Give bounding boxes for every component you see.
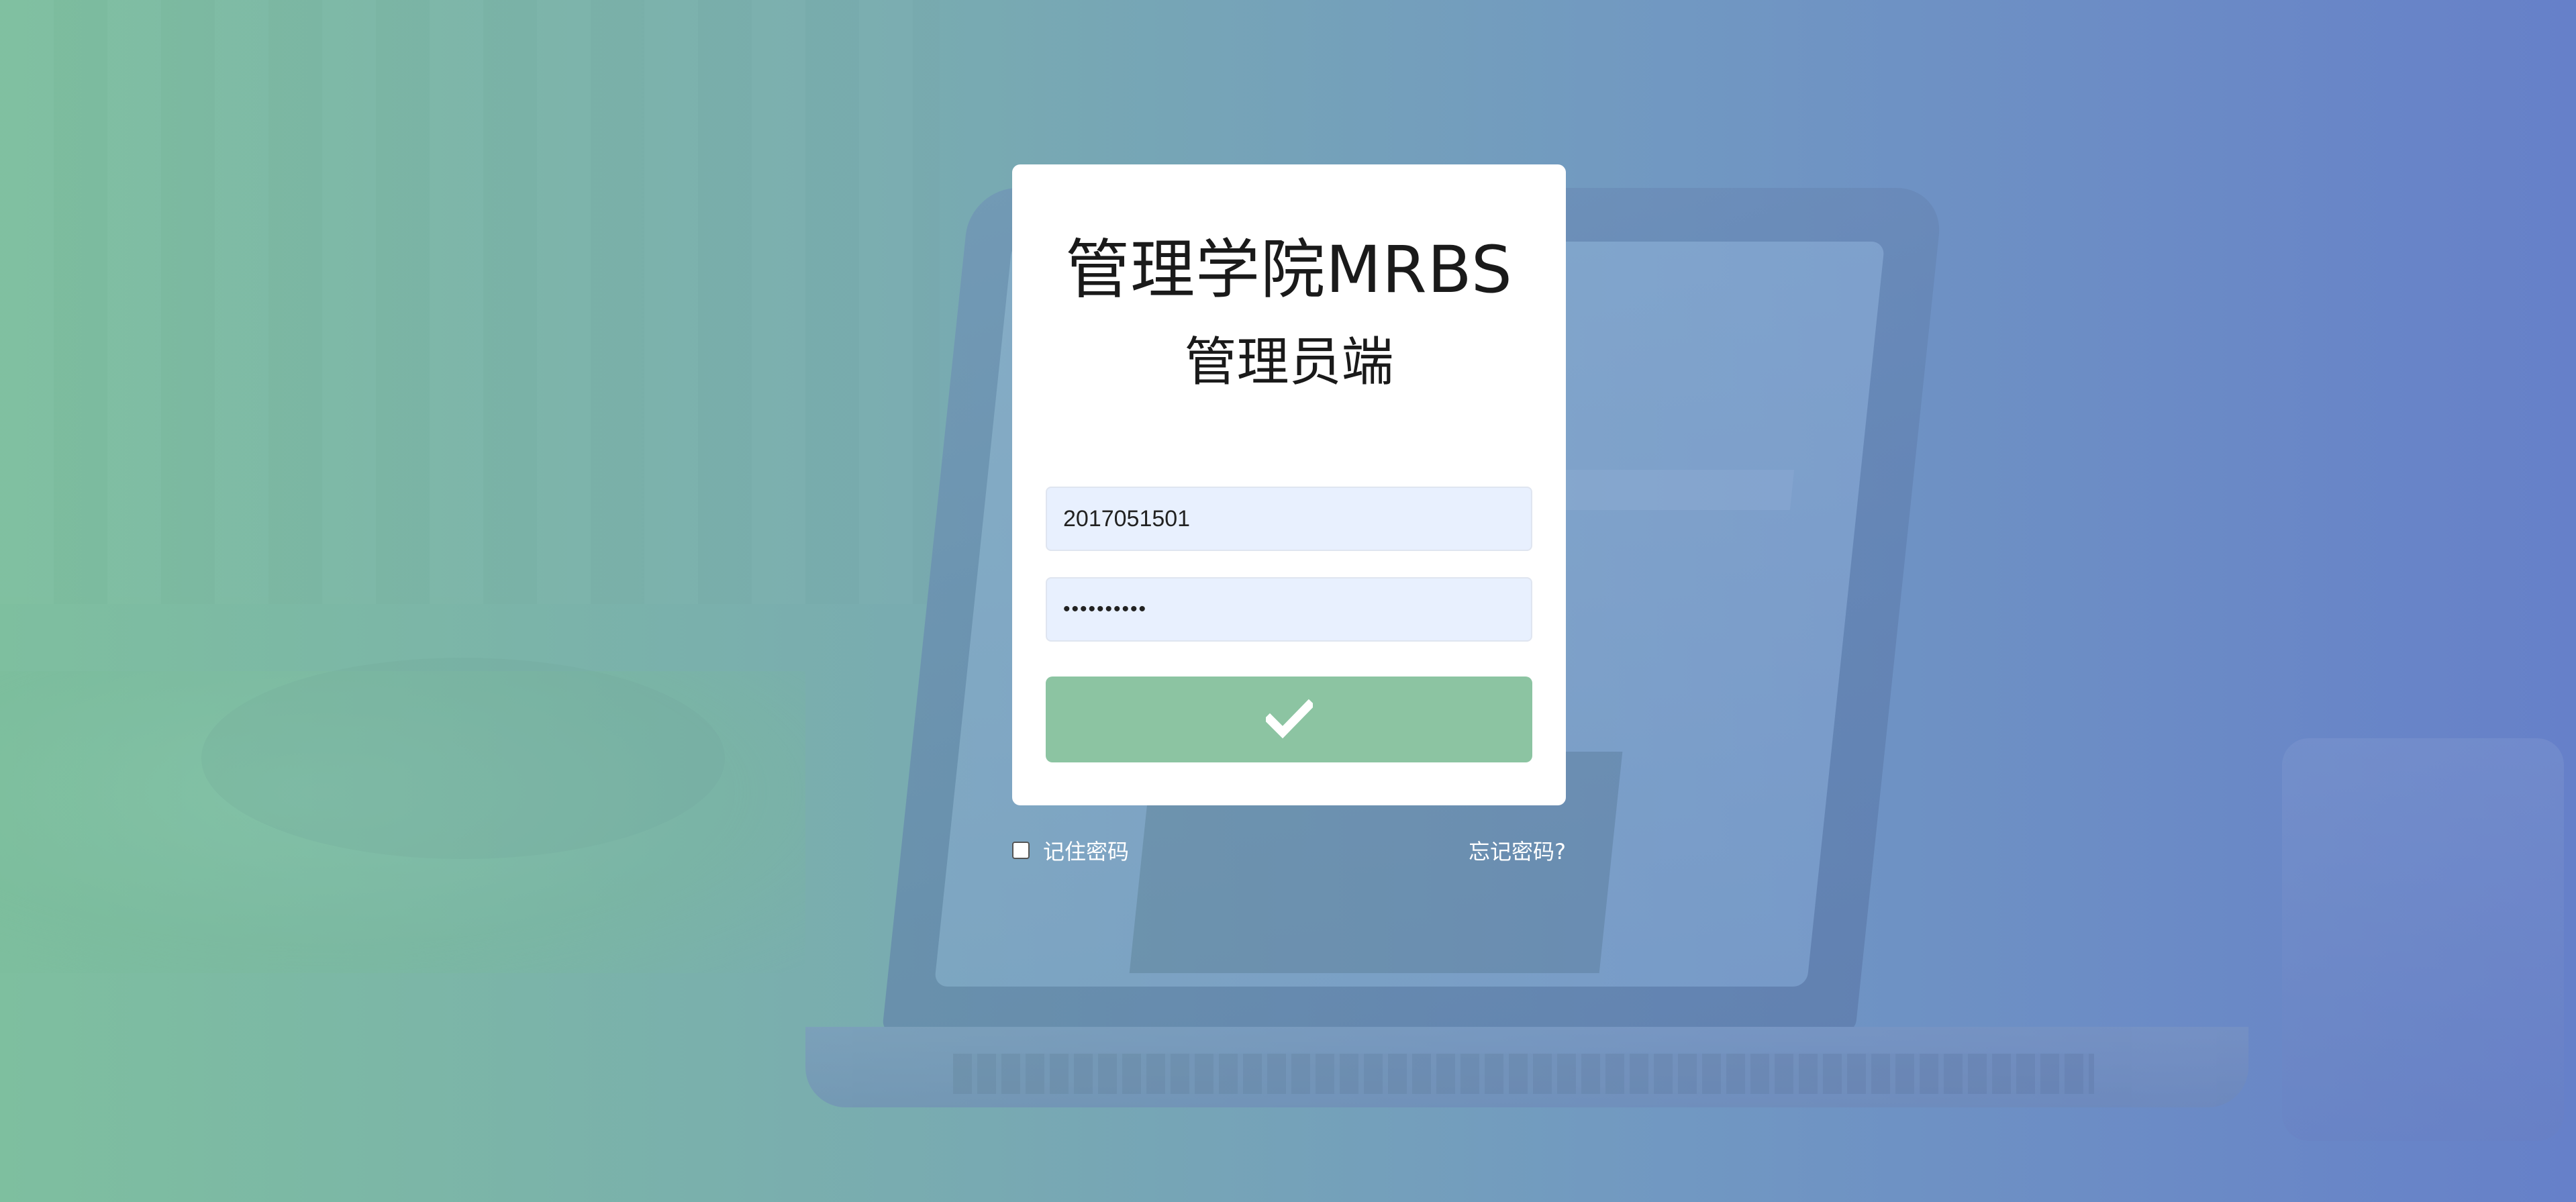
background-gadget [2282,738,2564,1141]
forgot-password-link[interactable]: 忘记密码? [1469,835,1566,866]
check-icon [1263,699,1315,741]
login-card: 管理学院MRBS 管理员端 [1012,164,1566,805]
background-window [0,0,940,604]
username-input[interactable] [1046,487,1532,551]
remember-label: 记住密码 [1043,839,1130,864]
background-keyboard [953,1054,2094,1094]
login-page: 管理学院MRBS 管理员端 记住密码 忘记密码? [0,0,2576,1202]
remember-checkbox[interactable] [1012,842,1030,859]
login-subtitle: 管理员端 [1184,332,1394,393]
login-submit-button[interactable] [1046,677,1532,762]
remember-password[interactable]: 记住密码 [1012,835,1129,866]
login-title: 管理学院MRBS [1065,232,1513,307]
background-object [201,658,725,859]
password-input[interactable] [1046,577,1532,642]
